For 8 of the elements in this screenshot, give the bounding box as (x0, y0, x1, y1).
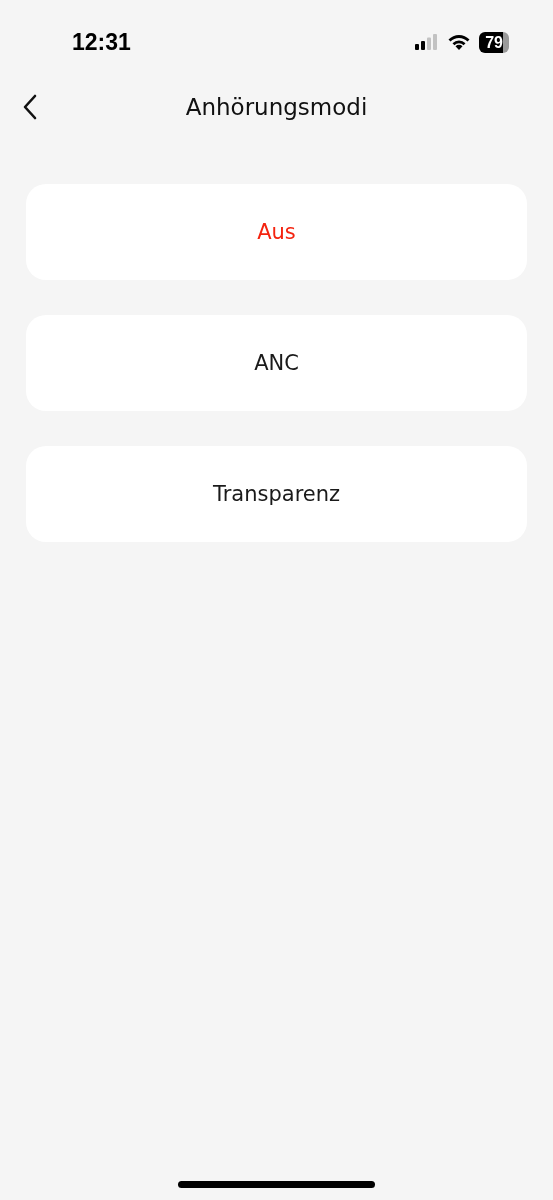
mode-option[interactable]: ANC (26, 315, 527, 411)
mode-option[interactable]: Transparenz (26, 446, 527, 542)
battery-indicator: 79 (479, 31, 509, 53)
page-title: Anhörungsmodi (185, 94, 368, 120)
wifi-icon (447, 33, 472, 51)
signal-icon (415, 34, 440, 50)
status-time: 12:31 (72, 28, 131, 56)
mode-option[interactable]: Aus (26, 184, 527, 280)
